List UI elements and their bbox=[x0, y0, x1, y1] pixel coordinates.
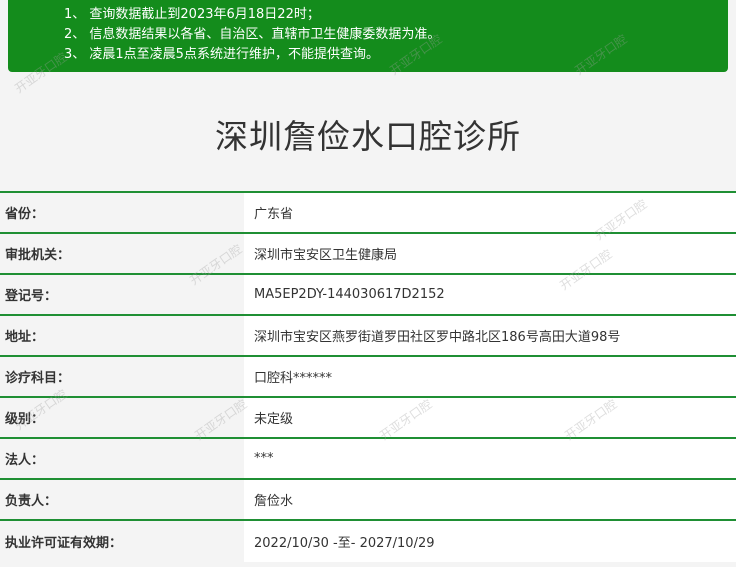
row-label: 省份： bbox=[0, 193, 244, 232]
row-value: 口腔科****** bbox=[244, 357, 736, 396]
table-row-registration-number: 登记号： MA5EP2DY-144030617D2152 bbox=[0, 275, 736, 316]
table-row-province: 省份： 广东省 bbox=[0, 193, 736, 234]
table-row-level: 级别： 未定级 bbox=[0, 398, 736, 439]
row-label: 地址： bbox=[0, 316, 244, 355]
notice-line-1: 1、 查询数据截止到2023年6月18日22时； bbox=[64, 7, 320, 22]
table-row-legal-person: 法人： *** bbox=[0, 439, 736, 480]
row-label: 登记号： bbox=[0, 275, 244, 314]
table-row-license-validity: 执业许可证有效期： 2022/10/30 -至- 2027/10/29 bbox=[0, 521, 736, 562]
notice-line-3: 3、 凌晨1点至凌晨5点系统进行维护，不能提供查询。 bbox=[64, 47, 379, 62]
row-label: 法人： bbox=[0, 439, 244, 478]
row-label: 诊疗科目： bbox=[0, 357, 244, 396]
notice-banner: 1、 查询数据截止到2023年6月18日22时； 2、 信息数据结果以各省、自治… bbox=[8, 0, 728, 72]
row-label: 负责人： bbox=[0, 480, 244, 519]
row-label: 级别： bbox=[0, 398, 244, 437]
table-row-departments: 诊疗科目： 口腔科****** bbox=[0, 357, 736, 398]
row-value: 深圳市宝安区燕罗街道罗田社区罗中路北区186号高田大道98号 bbox=[244, 316, 736, 355]
row-value: MA5EP2DY-144030617D2152 bbox=[244, 275, 736, 314]
row-value: 2022/10/30 -至- 2027/10/29 bbox=[244, 521, 736, 562]
row-value: 詹俭水 bbox=[244, 480, 736, 519]
page-title: 深圳詹俭水口腔诊所 bbox=[215, 117, 521, 156]
row-label: 审批机关： bbox=[0, 234, 244, 273]
notice-line-2: 2、 信息数据结果以各省、自治区、直辖市卫生健康委数据为准。 bbox=[64, 27, 441, 42]
row-value: 未定级 bbox=[244, 398, 736, 437]
row-label: 执业许可证有效期： bbox=[0, 521, 244, 562]
clinic-details-table: 省份： 广东省 审批机关： 深圳市宝安区卫生健康局 登记号： MA5EP2DY-… bbox=[0, 193, 736, 562]
table-row-address: 地址： 深圳市宝安区燕罗街道罗田社区罗中路北区186号高田大道98号 bbox=[0, 316, 736, 357]
table-row-approval-authority: 审批机关： 深圳市宝安区卫生健康局 bbox=[0, 234, 736, 275]
row-value: *** bbox=[244, 439, 736, 478]
row-value: 深圳市宝安区卫生健康局 bbox=[244, 234, 736, 273]
row-value: 广东省 bbox=[244, 193, 736, 232]
table-row-person-in-charge: 负责人： 詹俭水 bbox=[0, 480, 736, 521]
